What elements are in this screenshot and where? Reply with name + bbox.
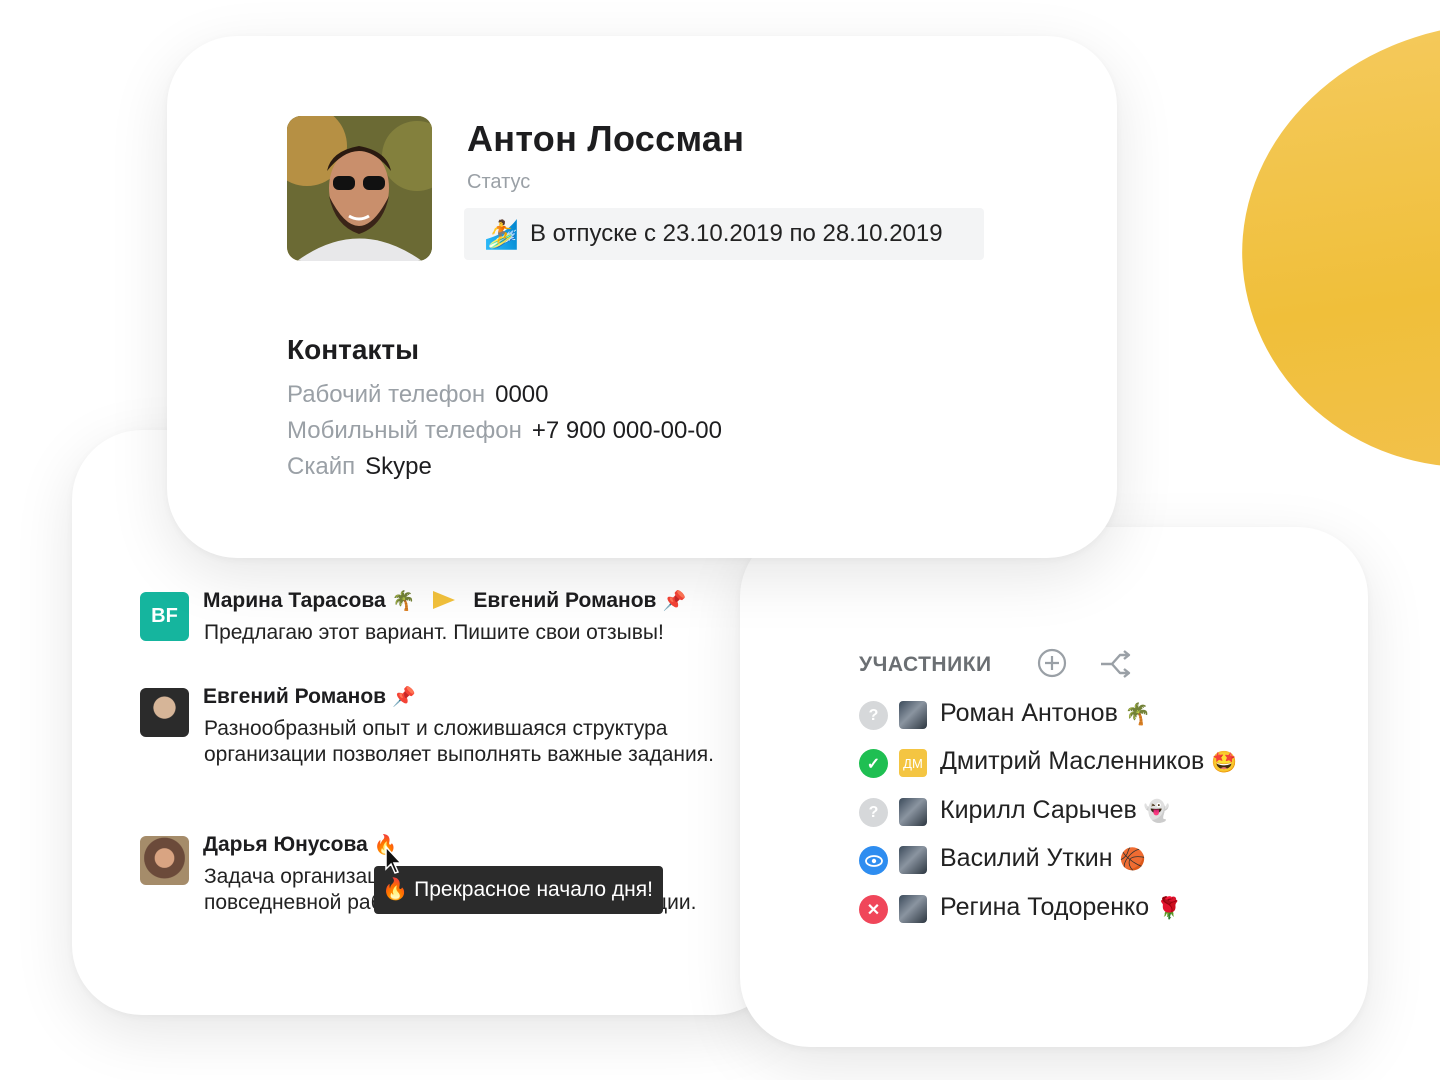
status-unknown-icon: ? [859, 798, 888, 827]
avatar [899, 846, 927, 874]
contact-label: Рабочий телефон [287, 381, 486, 408]
pin-emoji-icon: 📌 [392, 687, 416, 708]
fire-emoji-icon: 🔥 [382, 878, 409, 901]
palm-emoji-icon: 🌴 [391, 591, 416, 612]
contacts-title: Контакты [287, 334, 420, 365]
status-accepted-icon: ✓ [859, 749, 888, 778]
member-name: Василий Уткин 🏀 [940, 844, 1146, 872]
profile-photo[interactable] [287, 116, 432, 261]
avatar[interactable] [140, 688, 189, 737]
members-card: УЧАСТНИКИ ? Роман Антонов 🌴 ✓ ДМ Дмитрий… [740, 527, 1368, 1047]
members-title: УЧАСТНИКИ [859, 653, 992, 676]
member-name: Кирилл Сарычев 👻 [940, 796, 1170, 824]
message-text: Предлагаю этот вариант. Пишите свои отзы… [204, 621, 664, 644]
contact-row-mobile-phone: Мобильный телефон +7 900 000-00-00 [287, 417, 722, 445]
mouse-pointer-icon [385, 845, 403, 874]
contact-value[interactable]: 0000 [495, 381, 548, 408]
reaction-tooltip: 🔥 Прекрасное начало дня! [374, 866, 663, 914]
member-name: Роман Антонов 🌴 [940, 699, 1151, 727]
avatar[interactable] [140, 836, 189, 885]
author-name[interactable]: Евгений Романов [203, 685, 386, 708]
avatar [899, 798, 927, 826]
profile-name: Антон Лоссман [467, 118, 745, 159]
star-eyes-emoji-icon: 🤩 [1211, 751, 1238, 774]
status-viewed-icon [859, 846, 888, 875]
basketball-emoji-icon: 🏀 [1119, 848, 1146, 871]
contact-label: Скайп [287, 453, 356, 480]
contact-label: Мобильный телефон [287, 417, 522, 444]
surfer-emoji-icon: 🏄 [484, 218, 519, 250]
status-declined-icon: ✕ [859, 895, 888, 924]
forward-arrow-icon [433, 591, 456, 609]
avatar [899, 701, 927, 729]
avatar: ДМ [899, 749, 927, 777]
avatar [899, 895, 927, 923]
author-name[interactable]: Марина Тарасова [203, 589, 386, 612]
rose-emoji-icon: 🌹 [1156, 897, 1183, 920]
status-label: Статус [467, 171, 531, 193]
contact-value[interactable]: +7 900 000-00-00 [532, 417, 722, 444]
contact-value[interactable]: Skype [365, 453, 432, 480]
tooltip-text: Прекрасное начало дня! [414, 878, 653, 901]
profile-card: Антон Лоссман Статус 🏄 В отпуске с 23.10… [167, 36, 1117, 558]
recipient-name[interactable]: Евгений Романов [473, 589, 656, 612]
member-name: Дмитрий Масленников 🤩 [940, 747, 1238, 775]
author-name[interactable]: Дарья Юнусова [203, 833, 368, 856]
message-header: Дарья Юнусова 🔥 [203, 833, 397, 857]
avatar[interactable]: BF [140, 592, 189, 641]
share-icon[interactable] [1098, 647, 1134, 681]
pin-emoji-icon: 📌 [662, 591, 687, 612]
member-name: Регина Тодоренко 🌹 [940, 893, 1183, 921]
message-header: Марина Тарасова 🌴 Евгений Романов 📌 [203, 589, 686, 613]
message-text: Разнообразный опыт и сложившаяся структу… [204, 717, 714, 766]
contact-row-skype: Скайп Skype [287, 453, 432, 481]
add-member-icon[interactable] [1036, 647, 1068, 679]
status-badge[interactable]: 🏄 В отпуске с 23.10.2019 по 28.10.2019 [464, 208, 984, 260]
ghost-emoji-icon: 👻 [1143, 800, 1170, 823]
palm-emoji-icon: 🌴 [1124, 703, 1151, 726]
status-text: В отпуске с 23.10.2019 по 28.10.2019 [530, 220, 943, 247]
message-header: Евгений Романов 📌 [203, 685, 416, 709]
status-unknown-icon: ? [859, 701, 888, 730]
decorative-yellow-blob [1213, 2, 1440, 498]
contact-row-work-phone: Рабочий телефон 0000 [287, 381, 548, 409]
